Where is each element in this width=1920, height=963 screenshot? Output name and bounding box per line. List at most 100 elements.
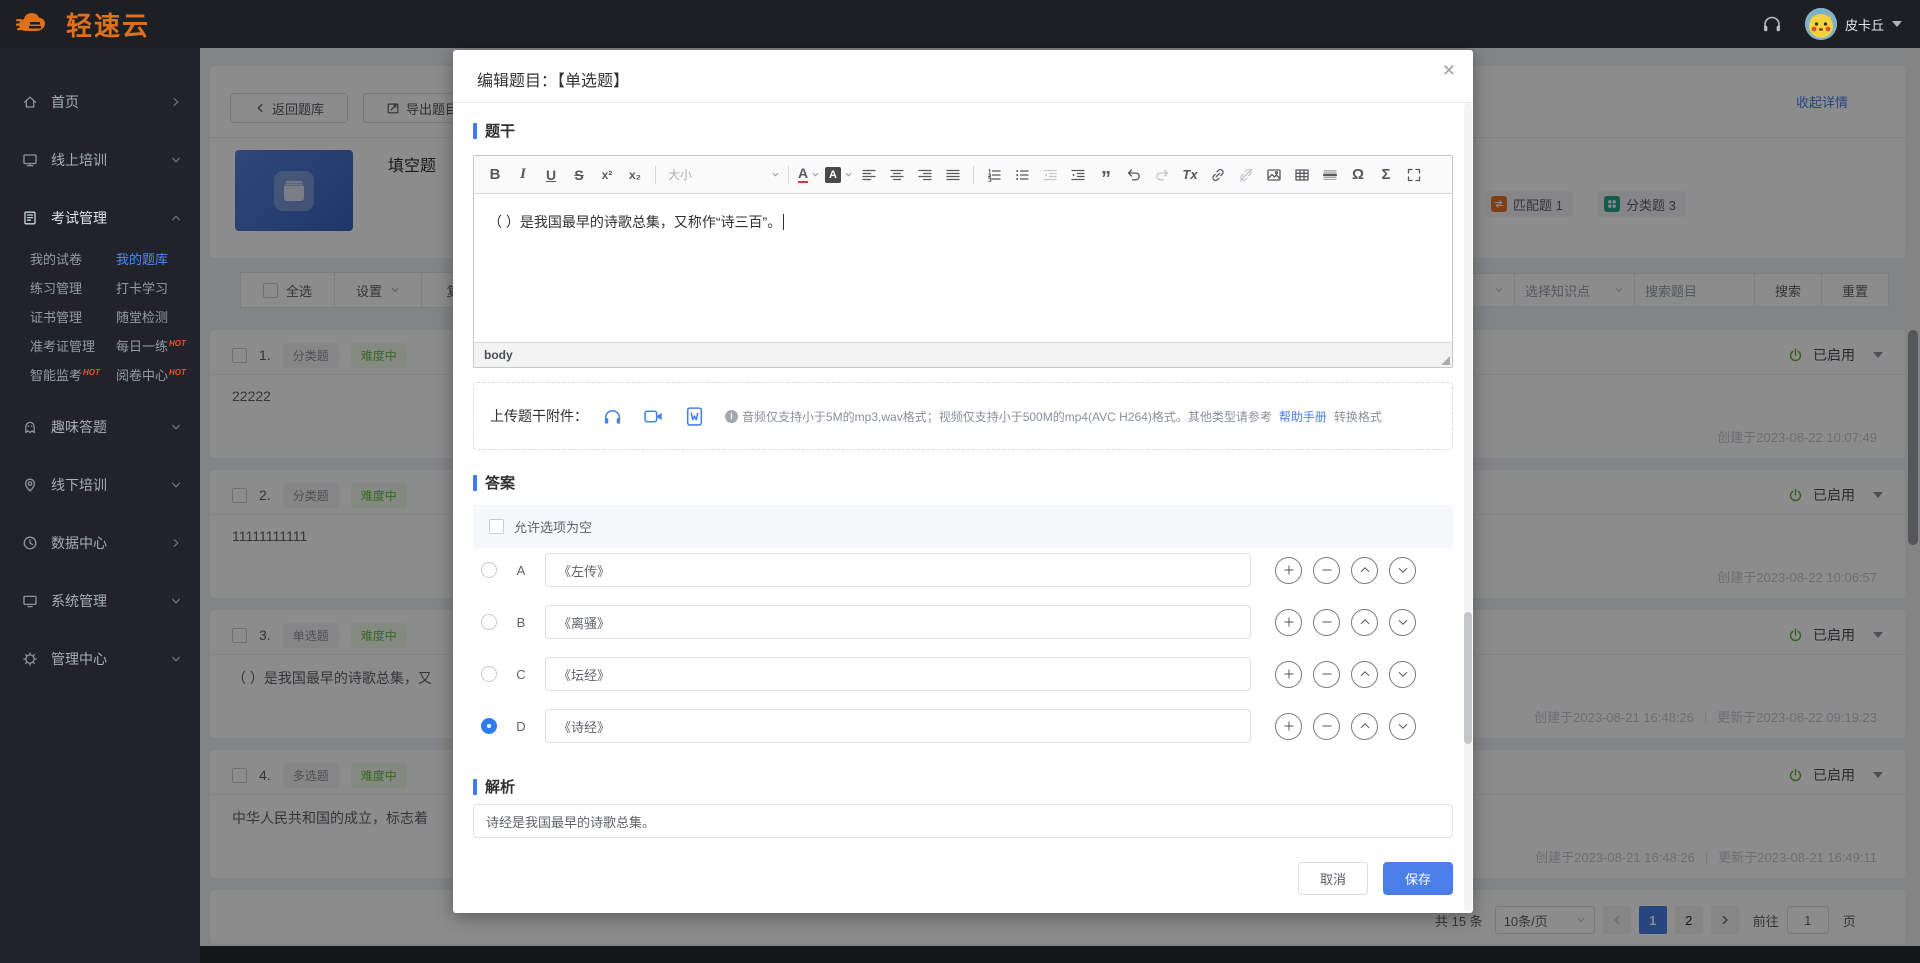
toolbar-separator (788, 166, 789, 184)
sidebar-subitem-daily-practice[interactable]: 每日一练HOT (116, 336, 200, 355)
sidebar-item-home[interactable]: 首页 (0, 73, 200, 131)
move-up-option-icon[interactable] (1351, 661, 1378, 688)
caret-down-icon (811, 170, 820, 179)
add-option-icon[interactable] (1275, 661, 1302, 688)
editor-content[interactable]: （ ）是我国最早的诗歌总集，又称作“诗三百”。 (474, 194, 1452, 343)
add-option-icon[interactable] (1275, 609, 1302, 636)
image-icon[interactable] (1261, 163, 1287, 187)
sigma-icon[interactable]: Σ (1373, 163, 1399, 187)
option-radio-C[interactable] (481, 666, 497, 682)
move-up-option-icon[interactable] (1351, 713, 1378, 740)
superscript-glyph: x² (602, 168, 613, 182)
subscript-icon[interactable]: x₂ (622, 163, 648, 187)
move-down-option-icon[interactable] (1389, 661, 1416, 688)
editor-toolbar: BIUSx² x₂ 大小 AA ” Tx ΩΣ (474, 156, 1452, 194)
underline-icon[interactable]: U (538, 163, 564, 187)
move-down-option-icon[interactable] (1389, 609, 1416, 636)
background-color-icon[interactable]: A (824, 163, 854, 187)
modal-scrollbar[interactable] (1464, 103, 1472, 911)
caret-down-icon (844, 170, 853, 179)
divider (453, 102, 1473, 103)
analysis-input[interactable] (473, 804, 1453, 838)
upload-audio-icon[interactable] (602, 406, 623, 427)
close-icon[interactable]: × (1443, 60, 1455, 81)
remove-format-icon[interactable]: Tx (1177, 163, 1203, 187)
fullscreen-icon[interactable] (1401, 163, 1427, 187)
sidebar-item-data-center[interactable]: 数据中心 (0, 514, 200, 572)
editor-resize-handle[interactable] (1441, 356, 1450, 365)
support-headset-icon[interactable] (1761, 13, 1783, 35)
align-center-icon[interactable] (884, 163, 910, 187)
sidebar-item-offline-training[interactable]: 线下培训 (0, 456, 200, 514)
option-text-input-C[interactable] (545, 657, 1251, 691)
add-option-icon[interactable] (1275, 713, 1302, 740)
monitor-icon (22, 152, 38, 168)
horizontal-line-icon[interactable] (1317, 163, 1343, 187)
table-icon[interactable] (1289, 163, 1315, 187)
undo-icon[interactable] (1121, 163, 1147, 187)
sidebar-subitem-my-question-bank[interactable]: 我的题库 (116, 249, 200, 268)
remove-option-icon[interactable] (1313, 609, 1340, 636)
option-radio-A[interactable] (481, 562, 497, 578)
user-menu[interactable]: 皮卡丘 (1805, 8, 1902, 40)
blockquote-icon[interactable]: ” (1093, 163, 1119, 187)
omega-icon[interactable]: Ω (1345, 163, 1371, 187)
option-text-input-B[interactable] (545, 605, 1251, 639)
link-icon[interactable] (1205, 163, 1231, 187)
option-radio-B[interactable] (481, 614, 497, 630)
strikethrough-icon[interactable]: S (566, 163, 592, 187)
modal-scrollbar-thumb[interactable] (1464, 612, 1472, 744)
sidebar-subitem-marking-center[interactable]: 阅卷中心HOT (116, 365, 200, 384)
sidebar-item-online-training[interactable]: 线上培训 (0, 131, 200, 189)
add-option-icon[interactable] (1275, 557, 1302, 584)
sidebar-subitem-classroom-test[interactable]: 随堂检测 (116, 307, 200, 326)
align-right-icon[interactable] (912, 163, 938, 187)
allow-empty-checkbox[interactable] (489, 519, 504, 534)
option-row-D: D (473, 709, 1453, 743)
app-logo: 轻速云 (16, 6, 150, 43)
move-up-option-icon[interactable] (1351, 609, 1378, 636)
chevron-down-icon (170, 595, 182, 607)
remove-option-icon[interactable] (1313, 661, 1340, 688)
option-text-input-D[interactable] (545, 709, 1251, 743)
cancel-button[interactable]: 取消 (1298, 862, 1368, 895)
gear-icon (22, 651, 38, 667)
unordered-list-icon[interactable] (1009, 163, 1035, 187)
sidebar-subitem-practice-management[interactable]: 练习管理 (30, 278, 116, 297)
sidebar-item-exam-management[interactable]: 考试管理 (0, 189, 200, 247)
indent-icon[interactable] (1065, 163, 1091, 187)
upload-video-icon[interactable] (643, 406, 664, 427)
superscript-icon[interactable]: x² (594, 163, 620, 187)
sidebar-item-label: 数据中心 (51, 533, 170, 553)
save-button[interactable]: 保存 (1383, 862, 1453, 895)
sidebar-subitem-checkin-learning[interactable]: 打卡学习 (116, 278, 200, 297)
sidebar-subitem-my-papers[interactable]: 我的试卷 (30, 249, 116, 268)
answer-section-label: 答案 (473, 472, 515, 493)
sidebar-item-fun-quiz[interactable]: 趣味答题 (0, 398, 200, 456)
move-down-option-icon[interactable] (1389, 713, 1416, 740)
help-manual-link[interactable]: 帮助手册 (1279, 408, 1327, 425)
move-down-option-icon[interactable] (1389, 557, 1416, 584)
upload-document-icon[interactable] (684, 406, 705, 427)
section-accent-bar (473, 779, 477, 795)
remove-option-icon[interactable] (1313, 557, 1340, 584)
text-color-icon[interactable]: A (796, 163, 822, 187)
text-cursor (783, 214, 784, 230)
sidebar-subitem-certificate-management[interactable]: 证书管理 (30, 307, 116, 326)
remove-option-icon[interactable] (1313, 713, 1340, 740)
path-element-label[interactable]: body (484, 348, 513, 362)
align-justify-icon[interactable] (940, 163, 966, 187)
option-radio-D[interactable] (481, 718, 497, 734)
italic-icon[interactable]: I (510, 163, 536, 187)
font-size-icon[interactable]: 大小 (663, 163, 781, 187)
move-up-option-icon[interactable] (1351, 557, 1378, 584)
sidebar-item-admin-center[interactable]: 管理中心 (0, 630, 200, 688)
stem-text: （ ）是我国最早的诗歌总集，又称作“诗三百”。 (488, 214, 781, 230)
bold-icon[interactable]: B (482, 163, 508, 187)
sidebar-subitem-smart-proctoring[interactable]: 智能监考HOT (30, 365, 116, 384)
sidebar-subitem-admission-ticket[interactable]: 准考证管理 (30, 336, 116, 355)
sidebar-item-system-management[interactable]: 系统管理 (0, 572, 200, 630)
option-text-input-A[interactable] (545, 553, 1251, 587)
align-left-icon[interactable] (856, 163, 882, 187)
ordered-list-icon[interactable] (981, 163, 1007, 187)
